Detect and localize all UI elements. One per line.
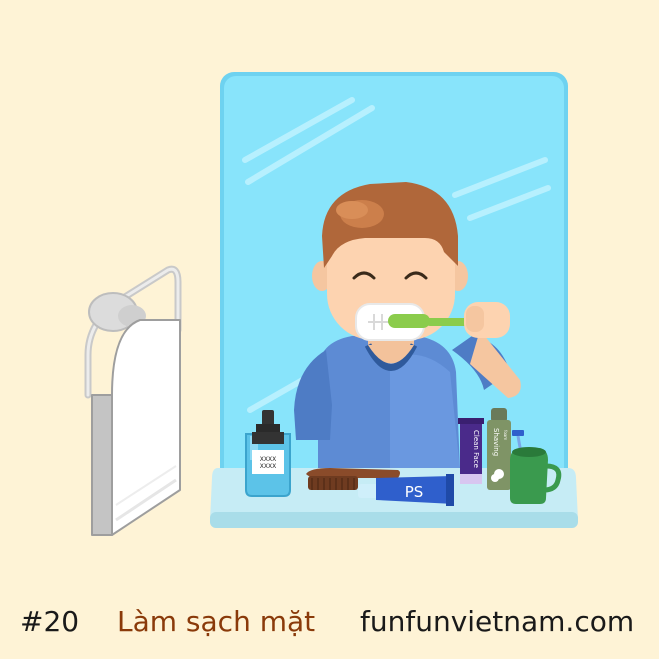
- lesson-title: Làm sạch mặt: [117, 605, 316, 638]
- shaving-foam-label: Shaving: [492, 428, 500, 456]
- mouthwash-label-2: XXXX: [260, 463, 276, 470]
- shaving-foam-can: Shaving foam: [487, 408, 511, 490]
- mouthwash-label-1: XXXX: [260, 456, 276, 463]
- face-wash-tube: Clean Face: [458, 418, 484, 484]
- website-url: funfunvietnam.com: [360, 605, 635, 638]
- face-wash-label: Clean Face: [472, 430, 480, 468]
- towel: [91, 319, 181, 536]
- toothpaste-brand: PS: [405, 483, 424, 501]
- shaving-foam-small-label: foam: [503, 430, 508, 440]
- bathroom-illustration: XXXX XXXX PS Clean Face Shaving foam: [84, 72, 578, 536]
- lesson-number: #20: [20, 605, 80, 638]
